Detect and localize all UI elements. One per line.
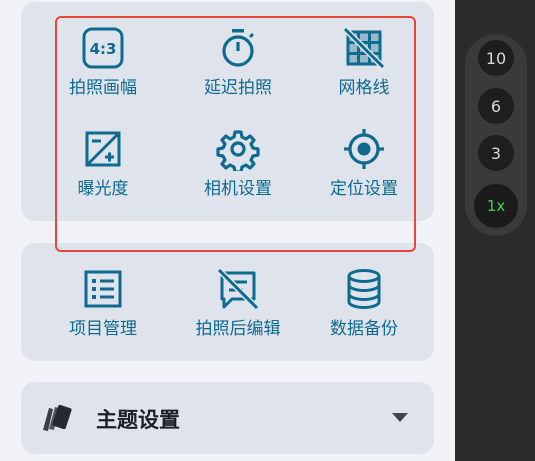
- camera-settings-label: 相机设置: [204, 179, 272, 199]
- list-icon: [84, 270, 122, 308]
- theme-settings-title: 主题设置: [96, 408, 180, 432]
- project-management-button[interactable]: 项目管理: [43, 267, 163, 339]
- grid-lines-button[interactable]: 网格线: [304, 26, 424, 98]
- grid-off-icon: [342, 26, 386, 70]
- timer-icon: [222, 29, 255, 67]
- edit-after-shot-label: 拍照后编辑: [195, 319, 281, 339]
- exposure-icon: [85, 131, 121, 167]
- location-settings-label: 定位设置: [330, 179, 398, 199]
- zoom-selector: 10 6 3 1x: [465, 34, 527, 236]
- chevron-down-icon[interactable]: [392, 413, 408, 422]
- delay-shot-button[interactable]: 延迟拍照: [178, 26, 298, 98]
- zoom-6-button[interactable]: 6: [478, 88, 514, 124]
- exposure-label: 曝光度: [77, 179, 129, 199]
- location-settings-button[interactable]: 定位设置: [304, 127, 424, 199]
- palette-cards-icon: [43, 404, 72, 431]
- data-backup-button[interactable]: 数据备份: [304, 267, 424, 339]
- zoom-10-button[interactable]: 10: [478, 40, 514, 76]
- exposure-button[interactable]: 曝光度: [43, 127, 163, 199]
- grid-lines-label: 网格线: [338, 78, 390, 98]
- delay-shot-label: 延迟拍照: [204, 78, 272, 98]
- edit-after-shot-button[interactable]: 拍照后编辑: [178, 267, 298, 339]
- camera-settings-button[interactable]: 相机设置: [178, 127, 298, 199]
- project-options-card: 项目管理 拍照后编辑 数据备份: [21, 243, 434, 361]
- svg-text:4:3: 4:3: [90, 40, 117, 58]
- project-management-label: 项目管理: [69, 319, 137, 339]
- theme-settings-row[interactable]: 主题设置: [21, 382, 434, 454]
- aspect-ratio-label: 拍照画幅: [69, 78, 137, 98]
- camera-side-panel: 10 6 3 1x: [455, 0, 535, 461]
- database-icon: [347, 269, 381, 310]
- edit-off-icon: [216, 267, 260, 311]
- gear-icon: [216, 130, 260, 171]
- aspect-ratio-button[interactable]: 4:3 拍照画幅: [43, 26, 163, 98]
- aspect-ratio-icon: 4:3: [82, 27, 124, 69]
- zoom-3-button[interactable]: 3: [478, 135, 514, 171]
- data-backup-label: 数据备份: [330, 319, 398, 339]
- zoom-1x-button[interactable]: 1x: [474, 184, 518, 228]
- settings-panel: 4:3 拍照画幅 延迟拍照 网格线 曝光度 相机设置 定位设置 项目管理 拍照后…: [0, 0, 455, 461]
- gps-target-icon: [344, 129, 384, 169]
- camera-options-card: 4:3 拍照画幅 延迟拍照 网格线 曝光度 相机设置 定位设置: [21, 2, 434, 221]
